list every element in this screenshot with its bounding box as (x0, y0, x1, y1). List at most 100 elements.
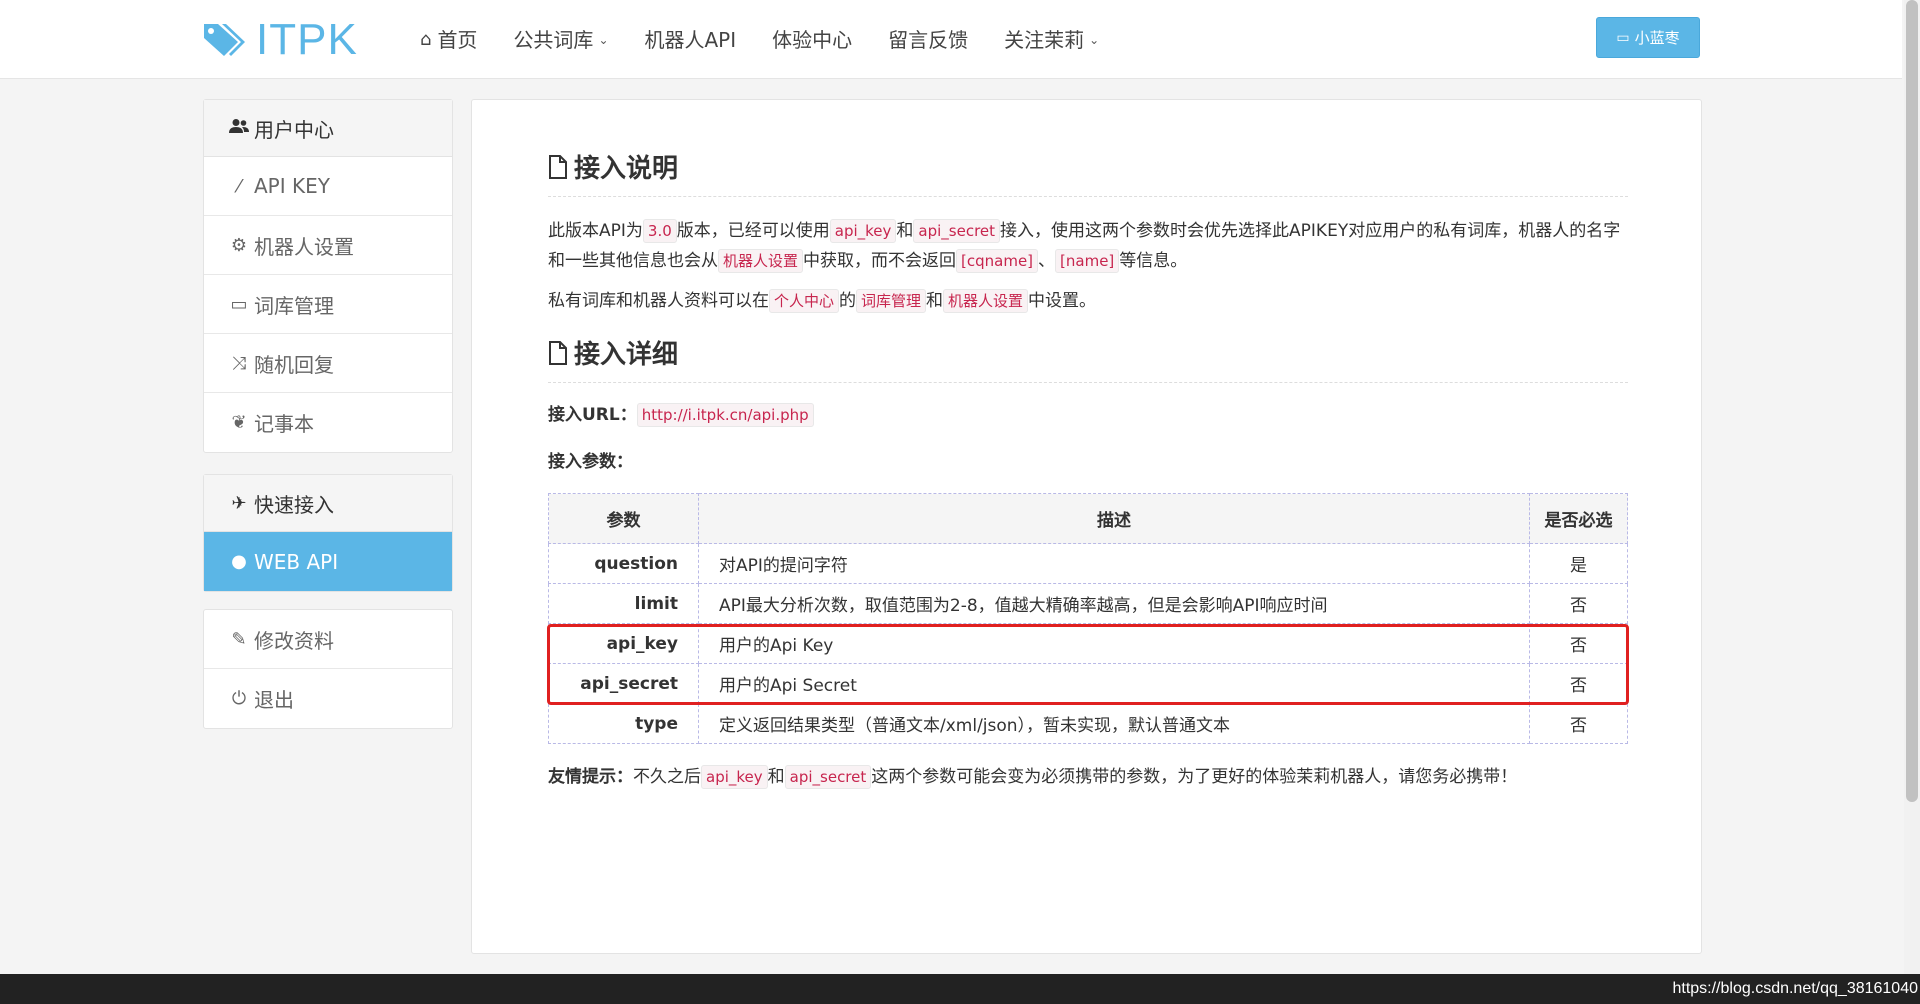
param-required-cell: 是 (1529, 543, 1628, 584)
sidebar-item-edit[interactable]: ✎ 修改资料 (204, 610, 452, 669)
nav-item-label: 体验中心 (772, 28, 853, 52)
sidebar-item-label: 随机回复 (254, 352, 334, 377)
edit-icon: ✎ (231, 628, 247, 650)
user-center-panel: 用户中心 ⁄ API KEY ⚙ 机器人设置 ▭ 词库管理 ⤨ 随机回复 ❦ 记事本 (203, 99, 453, 453)
code-api-secret: api_secret (913, 219, 1001, 243)
nav-item-0[interactable]: ⌂ 首页 (402, 26, 495, 54)
param-name-cell: api_secret (548, 663, 699, 704)
nav-item-1[interactable]: 公共词库 ⌄ (495, 26, 626, 54)
watermark: https://blog.csdn.net/qq_38161040 (1672, 980, 1918, 997)
code-cqname: [cqname] (956, 249, 1039, 273)
text: 等信息。 (1119, 251, 1188, 271)
page-scrollbar[interactable] (1904, 0, 1920, 974)
nav-item-label: 首页 (437, 28, 478, 52)
param-name-cell: question (548, 543, 699, 584)
param-desc-cell: 用户的Api Secret (698, 663, 1530, 704)
nav-item-label: 关注茉莉 (1004, 28, 1085, 52)
shuffle-icon: ⤨ (231, 352, 247, 374)
magic-wand-icon: ⁄ (237, 175, 241, 197)
sidebar-item-credit-card[interactable]: ▭ 词库管理 (204, 275, 452, 334)
sidebar-item-label: 机器人设置 (254, 234, 354, 259)
section1-title-text: 接入说明 (574, 154, 679, 184)
params-label: 接入参数： (548, 452, 633, 472)
document-icon (549, 340, 567, 365)
table-row: type 定义返回结果类型（普通文本/xml/json），暂未实现，默认普通文本否 (548, 703, 1628, 744)
text: 和 (767, 767, 785, 787)
user-name: 小蓝枣 (1634, 29, 1680, 47)
text: 中获取，而不会返回 (803, 251, 957, 271)
text: 这两个参数可能会变为必须携带的参数，为了更好的体验茉莉机器人，请您务必携带！ (871, 767, 1518, 787)
tip-paragraph: 友情提示：不久之后 api_key 和 api_secret 这两个参数可能会变为必须携… (548, 762, 1628, 792)
document-icon (549, 154, 567, 179)
section2-title-text: 接入详细 (574, 340, 679, 370)
intro-paragraph: 此版本API为 3.0 版本，已经可以使用 api_key 和 api_secret 接入，… (548, 216, 1628, 276)
quick-access-heading: ✈ 快速接入 (204, 475, 452, 532)
nav-item-2[interactable]: 机器人API (627, 26, 755, 54)
user-center-title: 用户中心 (254, 117, 334, 142)
param-required-cell: 否 (1529, 583, 1628, 624)
scrollbar-thumb[interactable] (1906, 0, 1918, 802)
home-icon: ⌂ (420, 29, 432, 50)
text: 不久之后 (633, 767, 701, 787)
sidebar-item-leaf[interactable]: ❦ 记事本 (204, 393, 452, 452)
divider (548, 196, 1628, 197)
globe-icon: ● (231, 551, 247, 572)
monitor-icon: ▭ (1616, 29, 1630, 46)
code-library-management: 词库管理 (856, 289, 927, 313)
params-table: 参数 描述 是否必选 question 对API的提问字符是 limit API最大分… (548, 493, 1628, 744)
section-title-details: 接入详细 (548, 334, 1628, 371)
private-library-paragraph: 私有词库和机器人资料可以在 个人中心的词库管理和机器人设置 中设置。 (548, 286, 1628, 316)
sidebar-item-shuffle[interactable]: ⤨ 随机回复 (204, 334, 452, 393)
leaf-icon: ❦ (231, 412, 247, 433)
column-header-required: 是否必选 (1529, 493, 1628, 544)
table-row: api_key 用户的Api Key 否 (548, 623, 1628, 664)
nav-item-5[interactable]: 关注茉莉 ⌄ (986, 26, 1117, 54)
tip-label: 友情提示： (548, 767, 633, 787)
logo-text: ITPK (256, 15, 358, 64)
nav-item-label: 机器人API (644, 28, 737, 52)
code-version: 3.0 (642, 219, 677, 243)
quick-access-panel: ✈ 快速接入 ● WEB API (203, 474, 453, 592)
plane-icon: ✈ (231, 492, 247, 514)
power-icon: ⏻ (231, 688, 247, 709)
sidebar-item-label: 修改资料 (254, 628, 334, 653)
quick-access-title: 快速接入 (254, 492, 334, 517)
table-row: api_secret 用户的Api Secret 否 (548, 663, 1628, 704)
sidebar-item-label: 词库管理 (254, 293, 334, 318)
param-desc-cell: API最大分析次数，取值范围为2-8，值越大精确率越高，但是会影响API响应时间 (698, 583, 1530, 624)
user-center-heading: 用户中心 (204, 100, 452, 157)
sidebar-item-power[interactable]: ⏻ 退出 (204, 669, 452, 728)
footer-bar (0, 974, 1920, 1004)
chevron-down-icon: ⌄ (598, 33, 609, 47)
text: 版本，已经可以使用 (676, 221, 830, 241)
text: 私有词库和机器人资料可以在 (548, 291, 769, 311)
text: 中设置。 (1028, 291, 1097, 311)
param-desc-cell: 对API的提问字符 (698, 543, 1530, 584)
nav-item-4[interactable]: 留言反馈 (870, 26, 986, 54)
site-logo[interactable]: ITPK (202, 15, 358, 64)
param-name-cell: type (548, 703, 699, 744)
sidebar-item-label: 退出 (254, 688, 294, 712)
sidebar-item-gear[interactable]: ⚙ 机器人设置 (204, 216, 452, 275)
code-robot-settings: 机器人设置 (718, 249, 804, 273)
param-desc-cell: 定义返回结果类型（普通文本/xml/json），暂未实现，默认普通文本 (698, 703, 1530, 744)
nav-item-3[interactable]: 体验中心 (754, 26, 870, 54)
api-url-value[interactable]: http://i.itpk.cn/api.php (636, 403, 814, 427)
column-header-param: 参数 (548, 493, 699, 544)
code-robot-settings: 机器人设置 (943, 289, 1029, 313)
user-menu-button[interactable]: ▭ 小蓝枣 (1596, 17, 1700, 58)
api-url-label: 接入URL： (548, 405, 637, 425)
divider (548, 382, 1628, 383)
nav-item-label: 留言反馈 (888, 28, 969, 52)
code-name: [name] (1055, 249, 1120, 273)
table-header-row: 参数 描述 是否必选 (548, 493, 1628, 544)
credit-card-icon: ▭ (230, 293, 248, 315)
code-personal-center: 个人中心 (769, 289, 840, 313)
sidebar-item-label: API KEY (254, 174, 330, 198)
param-required-cell: 否 (1529, 663, 1628, 704)
table-row: question 对API的提问字符是 (548, 543, 1628, 584)
sidebar-item-globe[interactable]: ● WEB API (204, 532, 452, 591)
sidebar-item-magic-wand[interactable]: ⁄ API KEY (204, 157, 452, 216)
param-name-cell: api_key (548, 623, 699, 664)
text: 和 (926, 291, 944, 311)
